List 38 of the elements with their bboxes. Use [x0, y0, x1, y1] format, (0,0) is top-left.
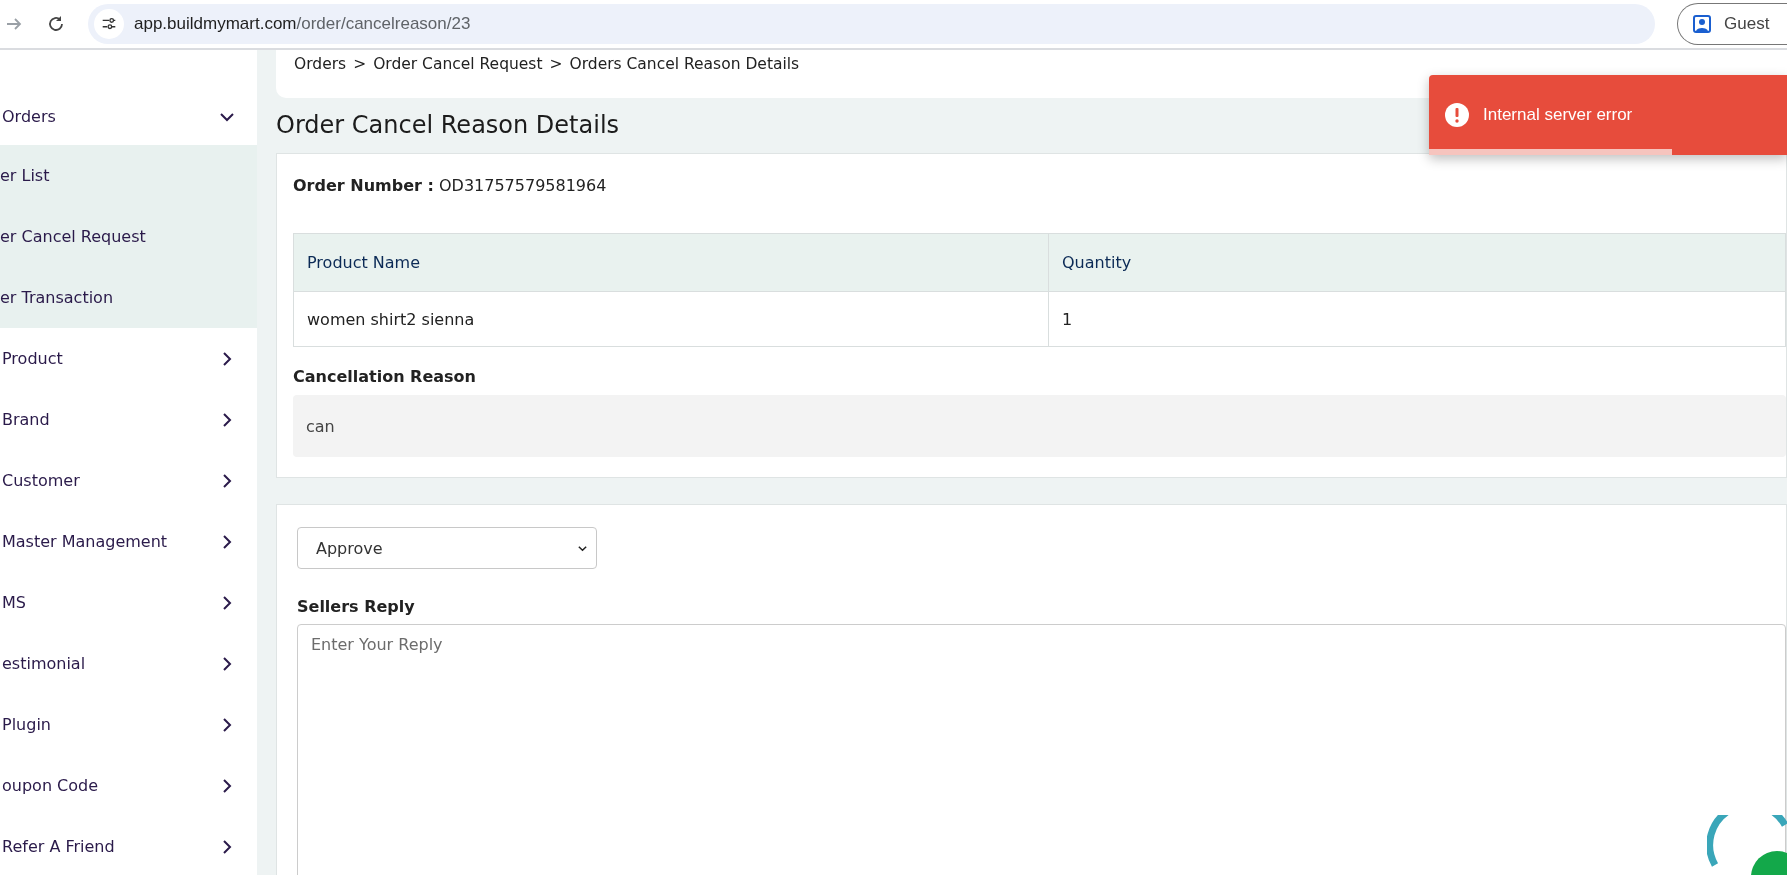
exclamation-icon — [1445, 103, 1469, 127]
sidebar-item[interactable]: Product — [0, 328, 257, 389]
submenu-item[interactable]: er Transaction — [0, 267, 257, 328]
table-cell: women shirt2 sienna — [293, 291, 1049, 347]
table-cell: 1 — [1048, 291, 1786, 347]
column-header: Quantity — [1048, 233, 1786, 292]
breadcrumb-link[interactable]: Orders — [294, 55, 347, 73]
sidebar-item[interactable]: Plugin — [0, 694, 257, 755]
sidebar-item[interactable]: Refer A Friend — [0, 816, 257, 875]
address-bar[interactable]: app.buildmymart.com/order/cancelreason/23 — [88, 4, 1655, 44]
breadcrumb-separator: > — [353, 55, 367, 73]
reply-field[interactable]: Enter Your Reply — [297, 624, 1786, 875]
chat-widget-icon[interactable] — [1707, 815, 1787, 875]
profile-button[interactable]: Guest — [1677, 3, 1787, 45]
status-dropdown[interactable]: Approve — [297, 527, 597, 569]
breadcrumb-separator: > — [549, 55, 563, 73]
order-number: Order Number : OD31757579581964 — [293, 176, 608, 195]
site-settings-icon[interactable] — [94, 9, 124, 39]
breadcrumb-link[interactable]: Orders Cancel Reason Details — [569, 55, 800, 73]
column-header: Product Name — [293, 233, 1049, 292]
sidebar-item[interactable]: Orders — [0, 88, 257, 145]
submenu-item[interactable]: er Cancel Request — [0, 206, 257, 267]
reload-icon[interactable] — [46, 14, 66, 34]
breadcrumb-link[interactable]: Order Cancel Request — [373, 55, 543, 73]
sidebar-item[interactable]: Master Management — [0, 511, 257, 572]
sellers-reply-label: Sellers Reply — [297, 597, 416, 616]
sidebar-item[interactable]: Customer — [0, 450, 257, 511]
cancellation-reason-label: Cancellation Reason — [293, 367, 477, 386]
page-title: Order Cancel Reason Details — [276, 111, 620, 139]
sidebar-item[interactable]: estimonial — [0, 633, 257, 694]
person-icon — [1692, 14, 1712, 34]
submenu-item[interactable]: er List — [0, 145, 257, 206]
sidebar-item[interactable]: oupon Code — [0, 755, 257, 816]
sidebar-item[interactable]: MS — [0, 572, 257, 633]
sidebar-item[interactable]: Brand — [0, 389, 257, 450]
toast-message: Internal server error — [1483, 105, 1633, 125]
url-text: app.buildmymart.com/order/cancelreason/23 — [134, 14, 471, 34]
cancellation-reason-text: can — [293, 395, 1786, 457]
